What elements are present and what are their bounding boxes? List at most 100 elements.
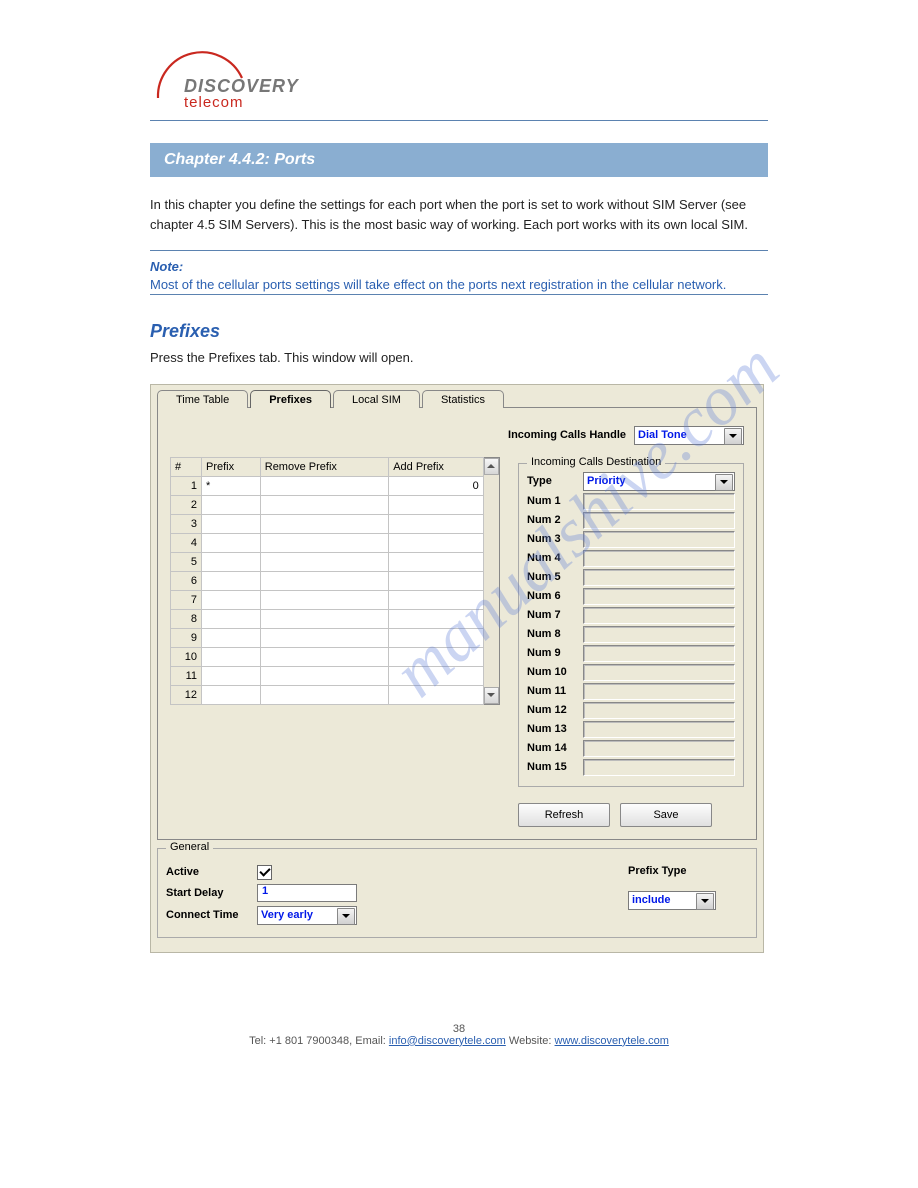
prefix-type-select[interactable]: include (628, 891, 716, 910)
table-row[interactable]: 9 (171, 628, 484, 647)
active-checkbox[interactable] (257, 865, 272, 880)
table-row[interactable]: 12 (171, 685, 484, 704)
cell-remove-prefix[interactable] (260, 647, 388, 666)
save-button[interactable]: Save (620, 803, 712, 827)
cell-add-prefix[interactable] (389, 552, 484, 571)
table-row[interactable]: 4 (171, 533, 484, 552)
cell-remove-prefix[interactable] (260, 666, 388, 685)
dest-num-field[interactable] (583, 645, 735, 662)
tab-prefixes[interactable]: Prefixes (250, 390, 331, 408)
note-rule-top (150, 250, 768, 255)
dest-num-label: Num 5 (527, 571, 577, 583)
cell-add-prefix[interactable] (389, 571, 484, 590)
dest-num-field[interactable] (583, 550, 735, 567)
dest-num-field[interactable] (583, 702, 735, 719)
cell-add-prefix[interactable] (389, 533, 484, 552)
cell-prefix[interactable] (202, 495, 261, 514)
footer-tel: +1 801 7900348 (269, 1035, 349, 1047)
dest-num-field[interactable] (583, 512, 735, 529)
dest-num-label: Num 4 (527, 552, 577, 564)
dest-num-field[interactable] (583, 493, 735, 510)
dest-num-label: Num 6 (527, 590, 577, 602)
dest-num-field[interactable] (583, 569, 735, 586)
cell-remove-prefix[interactable] (260, 685, 388, 704)
table-row[interactable]: 5 (171, 552, 484, 571)
table-row[interactable]: 1*0 (171, 476, 484, 495)
cell-remove-prefix[interactable] (260, 590, 388, 609)
cell-prefix[interactable] (202, 647, 261, 666)
scroll-down-icon[interactable] (484, 687, 499, 704)
row-number: 3 (171, 514, 202, 533)
tab-time-table[interactable]: Time Table (157, 390, 248, 408)
cell-prefix[interactable] (202, 514, 261, 533)
dest-num-field[interactable] (583, 740, 735, 757)
table-row[interactable]: 10 (171, 647, 484, 666)
cell-prefix[interactable] (202, 533, 261, 552)
table-row[interactable]: 7 (171, 590, 484, 609)
dest-num-field[interactable] (583, 759, 735, 776)
start-delay-label: Start Delay (166, 887, 251, 899)
cell-prefix[interactable] (202, 590, 261, 609)
footer-email-link[interactable]: info@discoverytele.com (389, 1035, 506, 1047)
table-row[interactable]: 6 (171, 571, 484, 590)
dest-num-label: Num 11 (527, 685, 577, 697)
incoming-calls-handle-select[interactable]: Dial Tone (634, 426, 744, 445)
scrollbar[interactable] (484, 457, 500, 705)
cell-add-prefix[interactable] (389, 609, 484, 628)
cell-add-prefix[interactable] (389, 495, 484, 514)
cell-add-prefix[interactable] (389, 666, 484, 685)
cell-remove-prefix[interactable] (260, 552, 388, 571)
cell-prefix[interactable] (202, 571, 261, 590)
cell-add-prefix[interactable] (389, 685, 484, 704)
table-row[interactable]: 3 (171, 514, 484, 533)
dest-num-field[interactable] (583, 683, 735, 700)
cell-prefix[interactable]: * (202, 476, 261, 495)
dest-num-field[interactable] (583, 607, 735, 624)
cell-add-prefix[interactable] (389, 647, 484, 666)
tab-statistics[interactable]: Statistics (422, 390, 504, 408)
connect-time-select[interactable]: Very early (257, 906, 357, 925)
col-add-prefix: Add Prefix (389, 457, 484, 476)
table-row[interactable]: 2 (171, 495, 484, 514)
cell-prefix[interactable] (202, 552, 261, 571)
cell-add-prefix[interactable] (389, 514, 484, 533)
general-legend: General (166, 841, 213, 853)
refresh-button[interactable]: Refresh (518, 803, 610, 827)
start-delay-input[interactable]: 1 (257, 884, 357, 902)
dest-num-field[interactable] (583, 626, 735, 643)
prefix-type-value: include (632, 894, 671, 906)
table-row[interactable]: 11 (171, 666, 484, 685)
cell-prefix[interactable] (202, 666, 261, 685)
cell-add-prefix[interactable] (389, 628, 484, 647)
cell-prefix[interactable] (202, 628, 261, 647)
dest-num-field[interactable] (583, 588, 735, 605)
dest-number-row: Num 7 (527, 607, 735, 624)
cell-remove-prefix[interactable] (260, 571, 388, 590)
dest-number-row: Num 15 (527, 759, 735, 776)
cell-remove-prefix[interactable] (260, 533, 388, 552)
cell-remove-prefix[interactable] (260, 476, 388, 495)
dest-type-select[interactable]: Priority (583, 472, 735, 491)
cell-remove-prefix[interactable] (260, 628, 388, 647)
dest-num-field[interactable] (583, 664, 735, 681)
cell-prefix[interactable] (202, 609, 261, 628)
cell-remove-prefix[interactable] (260, 609, 388, 628)
scroll-up-icon[interactable] (484, 458, 499, 475)
cell-add-prefix[interactable] (389, 590, 484, 609)
chevron-down-icon (337, 908, 355, 925)
footer-site-link[interactable]: www.discoverytele.com (555, 1035, 669, 1047)
footer-email-label: Email: (355, 1035, 386, 1047)
dest-num-field[interactable] (583, 721, 735, 738)
incoming-calls-handle-label: Incoming Calls Handle (508, 429, 626, 441)
tab-local-sim[interactable]: Local SIM (333, 390, 420, 408)
cell-remove-prefix[interactable] (260, 495, 388, 514)
prefix-table[interactable]: # Prefix Remove Prefix Add Prefix 1*0234… (170, 457, 484, 705)
cell-add-prefix[interactable]: 0 (389, 476, 484, 495)
table-row[interactable]: 8 (171, 609, 484, 628)
chapter-title: Chapter 4.4.2: Ports (150, 143, 768, 177)
dest-num-field[interactable] (583, 531, 735, 548)
cell-prefix[interactable] (202, 685, 261, 704)
cell-remove-prefix[interactable] (260, 514, 388, 533)
connect-time-value: Very early (261, 909, 313, 921)
dest-number-row: Num 5 (527, 569, 735, 586)
